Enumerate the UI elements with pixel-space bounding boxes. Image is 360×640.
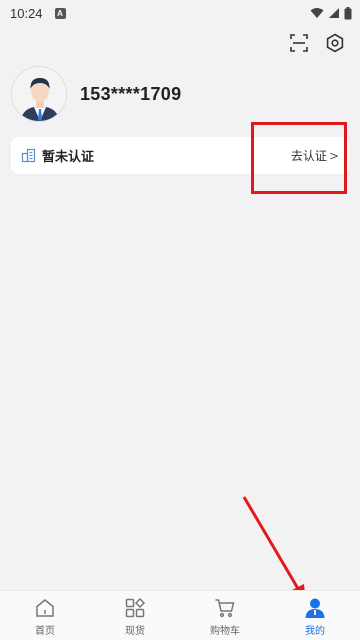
nav-item-cart[interactable]: 购物车 (180, 591, 270, 640)
chevron-right-icon: > (328, 148, 339, 163)
go-certify-label: 去认证 (290, 149, 327, 163)
settings-button[interactable] (324, 32, 346, 54)
header-actions (288, 32, 346, 54)
nav-label-home: 首页 (35, 625, 55, 637)
grid-icon (125, 597, 146, 617)
nav-item-home[interactable]: 首页 (0, 591, 90, 640)
profile-header: 153****1709 (11, 66, 181, 122)
phone-number: 153****1709 (80, 83, 182, 104)
settings-icon (326, 33, 344, 53)
nav-label-cart: 购物车 (210, 625, 240, 637)
status-time: 10:24 (10, 5, 43, 21)
building-icon (21, 148, 36, 163)
nav-label-spot: 现货 (125, 625, 145, 637)
go-certify-link[interactable]: 去认证 > (291, 147, 339, 164)
status-bar: 10:24 A (0, 0, 360, 26)
nav-item-mine[interactable]: 我的 (270, 591, 360, 640)
status-icons (310, 6, 352, 20)
home-icon (36, 598, 54, 617)
battery-icon (344, 6, 352, 19)
avatar[interactable] (11, 66, 67, 122)
nav-label-mine: 我的 (305, 625, 325, 637)
notification-icon: A (54, 7, 66, 19)
signal-icon (329, 8, 339, 18)
cart-icon (215, 598, 235, 617)
bottom-navigation: 首页 现货 购物车 我的 (0, 590, 360, 640)
certification-card[interactable]: 暂未认证 去认证 > (11, 137, 349, 174)
scan-icon (290, 34, 308, 52)
wifi-icon (310, 8, 324, 18)
nav-item-spot[interactable]: 现货 (90, 591, 180, 640)
scan-button[interactable] (288, 32, 310, 54)
certification-status: 暂未认证 (42, 150, 95, 165)
user-icon (305, 598, 325, 618)
profile-screen: 10:24 A 153****1709 暂未认证 去认证 > 首页 现货 购物车… (0, 0, 360, 640)
avatar-icon (12, 67, 66, 121)
